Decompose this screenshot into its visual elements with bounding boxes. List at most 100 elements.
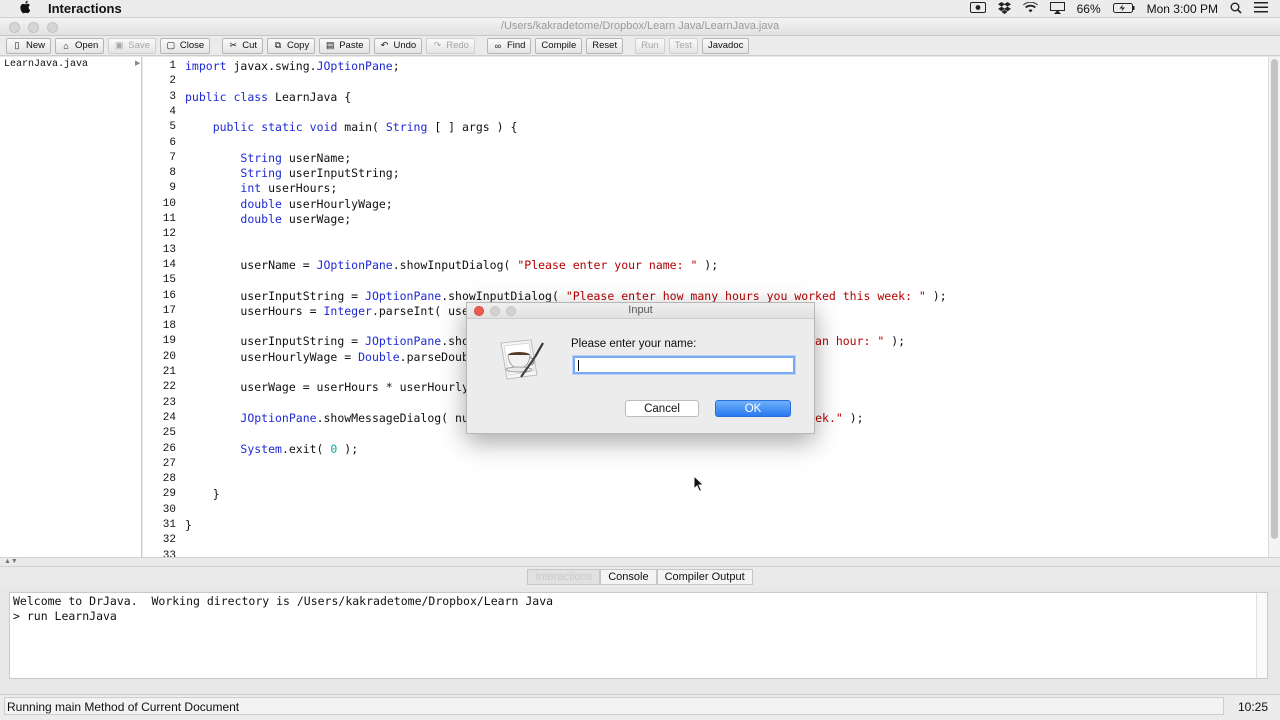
line-number: 6 bbox=[169, 136, 176, 149]
code-line: public class LearnJava { bbox=[185, 89, 352, 104]
test-button[interactable]: Test bbox=[668, 37, 698, 54]
tab-interactions[interactable]: Interactions bbox=[527, 569, 601, 585]
save-button[interactable]: ▣ Save bbox=[108, 37, 156, 54]
toolbar: ▯ New ⌂ Open ▣ Save ▢ Close ✂ Cut ⧉ Copy ▤ Past… bbox=[0, 36, 1280, 56]
interactions-line: > run LearnJava bbox=[13, 609, 117, 623]
copy-icon: ⧉ bbox=[274, 40, 282, 50]
window-title: /Users/kakradetome/Dropbox/Learn Java/Le… bbox=[500, 20, 780, 32]
close-button[interactable]: ▢ Close bbox=[159, 37, 211, 54]
status-menu-area: 66% Mon 3:00 PM bbox=[969, 0, 1280, 18]
line-number: 25 bbox=[162, 427, 176, 440]
line-number: 8 bbox=[169, 167, 176, 180]
javadoc-label: Javadoc bbox=[707, 40, 744, 51]
code-line: String userInputString; bbox=[240, 166, 400, 181]
expand-arrow-icon[interactable]: ▶ bbox=[135, 59, 141, 67]
line-number: 13 bbox=[162, 243, 176, 256]
mouse-pointer-icon bbox=[693, 474, 705, 493]
cut-button[interactable]: ✂ Cut bbox=[222, 37, 264, 54]
line-number: 28 bbox=[162, 473, 176, 486]
redo-button[interactable]: ↷ Redo bbox=[426, 37, 475, 54]
spotlight-search-icon[interactable] bbox=[1230, 2, 1242, 17]
cancel-button[interactable]: Cancel bbox=[625, 400, 699, 417]
tab-compiler-output[interactable]: Compiler Output bbox=[656, 569, 753, 585]
line-number: 23 bbox=[162, 396, 176, 409]
code-line: double userHourlyWage; bbox=[240, 196, 393, 211]
open-button[interactable]: ⌂ Open bbox=[55, 37, 105, 54]
code-line: userName = JOptionPane.showInputDialog( … bbox=[185, 257, 719, 272]
save-label: Save bbox=[128, 40, 150, 51]
paste-button[interactable]: ▤ Paste bbox=[319, 37, 370, 54]
line-number: 11 bbox=[162, 213, 176, 225]
dialog-title-bar: Input bbox=[467, 303, 814, 319]
copy-label: Copy bbox=[287, 40, 310, 51]
interactions-pane[interactable]: Welcome to DrJava. Working directory is … bbox=[9, 592, 1268, 679]
document-list-item[interactable]: LearnJava.java bbox=[0, 57, 141, 72]
clipboard-icon: ▤ bbox=[325, 40, 335, 50]
line-number: 33 bbox=[162, 549, 176, 557]
app-menu-name[interactable]: Interactions bbox=[48, 1, 122, 16]
scissors-icon: ✂ bbox=[229, 40, 237, 50]
new-button[interactable]: ▯ New bbox=[6, 37, 52, 54]
run-label: Run bbox=[641, 40, 659, 51]
line-number-gutter: 1 2 3 4 5 6 7 8 9 10 11 12 13 14 15 16 17 18 19 20 21 22 23 24 2… bbox=[143, 57, 177, 557]
line-number: 4 bbox=[169, 105, 176, 118]
line-number: 3 bbox=[169, 90, 176, 103]
line-number: 12 bbox=[162, 228, 176, 241]
name-input-field[interactable] bbox=[573, 356, 795, 374]
line-number: 26 bbox=[162, 442, 176, 455]
line-number: 19 bbox=[162, 335, 176, 348]
code-line: import javax.swing.JOptionPane; bbox=[185, 59, 400, 73]
cut-label: Cut bbox=[242, 40, 258, 51]
undo-button[interactable]: ↶ Undo bbox=[373, 37, 423, 54]
java-coffee-cup-icon bbox=[491, 335, 547, 385]
battery-charging-icon[interactable] bbox=[1112, 2, 1135, 16]
find-button[interactable]: ∞ Find bbox=[486, 37, 532, 54]
copy-button[interactable]: ⧉ Copy bbox=[267, 37, 316, 54]
line-number: 16 bbox=[162, 289, 176, 302]
code-line: userWage = userHours * userHourlyWage; bbox=[185, 380, 504, 395]
line-number: 2 bbox=[169, 75, 176, 88]
line-number: 18 bbox=[162, 320, 176, 333]
screen-recording-icon[interactable] bbox=[969, 2, 986, 16]
line-number: 1 bbox=[169, 60, 176, 72]
code-line: } bbox=[185, 487, 220, 502]
compile-button[interactable]: Compile bbox=[535, 37, 583, 54]
battery-percent: 66% bbox=[1076, 2, 1101, 16]
notification-center-icon[interactable] bbox=[1254, 2, 1268, 16]
airplay-icon[interactable] bbox=[1049, 1, 1065, 17]
wifi-icon[interactable] bbox=[1022, 1, 1038, 16]
ok-button[interactable]: OK bbox=[715, 400, 791, 417]
bottom-tabs: Interactions Console Compiler Output bbox=[0, 567, 1280, 587]
tab-console[interactable]: Console bbox=[600, 569, 657, 585]
new-label: New bbox=[26, 40, 46, 51]
open-label: Open bbox=[75, 40, 99, 51]
paste-label: Paste bbox=[339, 40, 364, 51]
line-number: 30 bbox=[162, 503, 176, 516]
code-line: System.exit( 0 ); bbox=[240, 441, 359, 456]
input-dialog: Input Please enter your name: Cancel OK bbox=[466, 302, 815, 434]
line-number: 10 bbox=[162, 197, 176, 210]
scrollbar-thumb[interactable] bbox=[1271, 59, 1278, 539]
interactions-scrollbar[interactable] bbox=[1256, 593, 1267, 678]
split-arrows-icon[interactable]: ▲▼ bbox=[4, 558, 18, 565]
code-line: } bbox=[185, 518, 192, 532]
dropbox-icon[interactable] bbox=[997, 1, 1011, 17]
menu-bar: Interactions 66% Mon 3:00 PM bbox=[0, 0, 1280, 18]
menubar-clock[interactable]: Mon 3:00 PM bbox=[1147, 2, 1218, 16]
cursor-position: 10:25 bbox=[1237, 700, 1268, 714]
line-number: 24 bbox=[162, 411, 176, 424]
apple-menu-icon[interactable] bbox=[16, 0, 34, 17]
line-number: 29 bbox=[162, 488, 176, 501]
open-folder-icon: ⌂ bbox=[63, 40, 69, 51]
reset-button[interactable]: Reset bbox=[586, 37, 624, 54]
javadoc-button[interactable]: Javadoc bbox=[701, 37, 750, 54]
close-label: Close bbox=[179, 40, 205, 51]
editor-vertical-scrollbar[interactable] bbox=[1268, 57, 1280, 557]
redo-label: Redo bbox=[446, 40, 469, 51]
run-button[interactable]: Run bbox=[635, 37, 665, 54]
line-number: 21 bbox=[162, 366, 176, 378]
window-title-bar: /Users/kakradetome/Dropbox/Learn Java/Le… bbox=[0, 18, 1280, 36]
dialog-prompt: Please enter your name: bbox=[571, 338, 697, 350]
new-document-icon: ▯ bbox=[14, 40, 20, 50]
pane-split-bar[interactable]: ▲▼ bbox=[0, 557, 1280, 567]
